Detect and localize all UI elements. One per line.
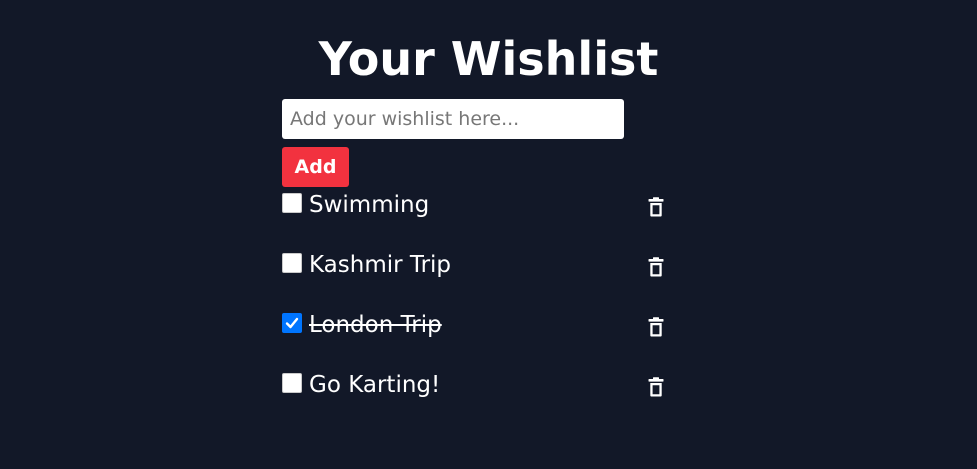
- item-checkbox[interactable]: [282, 373, 302, 393]
- item-label: London Trip: [309, 312, 442, 338]
- item-checkbox[interactable]: [282, 193, 302, 213]
- wishlist-input[interactable]: [282, 99, 624, 139]
- page-title: Your Wishlist: [318, 32, 659, 86]
- trash-icon[interactable]: [648, 317, 664, 337]
- item-checkbox[interactable]: [282, 253, 302, 273]
- item-label: Kashmir Trip: [309, 252, 452, 278]
- list-item: Go Karting!: [282, 370, 682, 430]
- list-item: Kashmir Trip: [282, 250, 682, 310]
- list-item: London Trip: [282, 310, 682, 370]
- item-label: Go Karting!: [309, 372, 441, 398]
- list-item: Swimming: [282, 190, 682, 250]
- item-label: Swimming: [309, 192, 430, 218]
- trash-icon[interactable]: [648, 257, 664, 277]
- trash-icon[interactable]: [648, 197, 664, 217]
- item-checkbox[interactable]: [282, 313, 302, 333]
- wishlist-list: Swimming Kashmir Trip London Trip Go Kar…: [282, 190, 682, 430]
- add-button[interactable]: Add: [282, 147, 349, 187]
- trash-icon[interactable]: [648, 377, 664, 397]
